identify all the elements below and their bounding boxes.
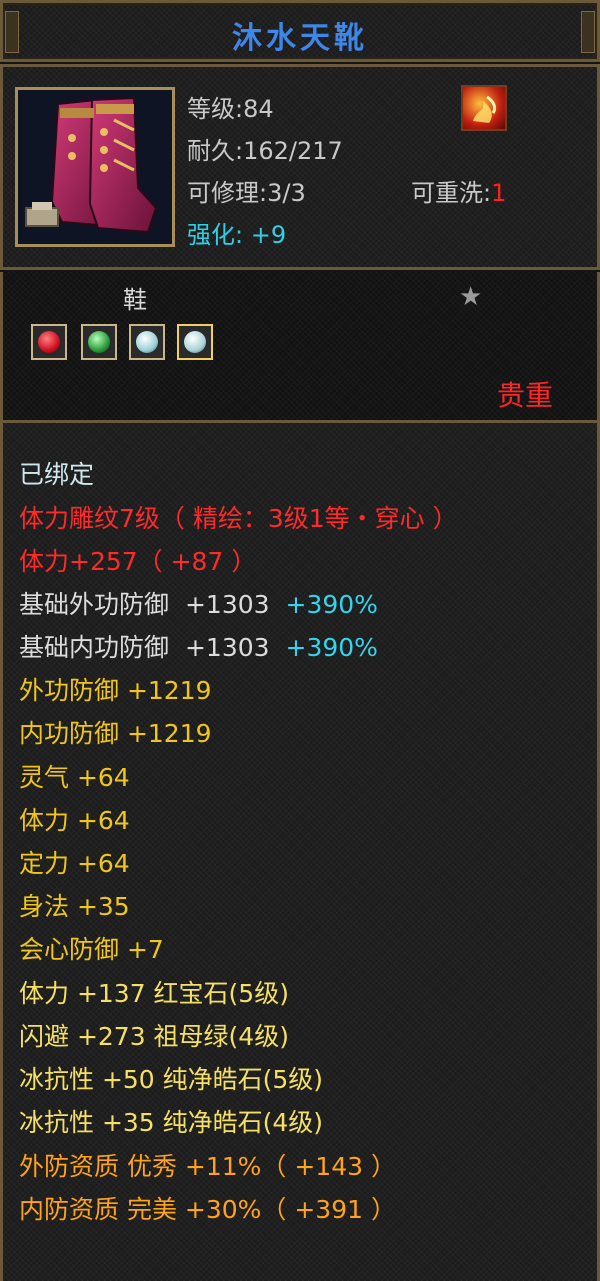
quality-outer-defense: 外防资质 优秀 +11%（ +143 ） <box>19 1152 396 1181</box>
precious-label: 贵重 <box>496 379 553 412</box>
star-icon[interactable]: ★ <box>459 282 482 312</box>
stamina-stat: 体力 +64 <box>19 806 130 835</box>
outer-defense: 外功防御 +1219 <box>19 676 212 705</box>
gem-socket-white-1[interactable] <box>129 324 165 360</box>
category-section: 鞋 ★ 贵重 <box>0 272 600 420</box>
stamina-total: 体力+257（ +87 ） <box>19 547 257 576</box>
base-inner-defense: 基础内功防御 +1303 +390% <box>19 628 378 664</box>
repair-text: 可修理:3/3 <box>187 179 306 207</box>
level-text: 等级:84 <box>187 95 274 123</box>
boots-icon <box>18 90 172 244</box>
spirit-stat: 灵气 +64 <box>19 763 130 792</box>
enhance-value: +9 <box>250 221 287 249</box>
item-header: 等级:84 耐久:162/217 可修理:3/3 可重洗:1 强化: +9 <box>0 64 600 270</box>
gem-socket-green[interactable] <box>81 324 117 360</box>
gem-socket-white-2[interactable] <box>177 324 213 360</box>
category-label: 鞋 <box>123 286 147 314</box>
enhance-row: 强化: +9 <box>187 215 286 250</box>
carve-attribute: 体力雕纹7级（ 精绘：3级1等・穿心 ） <box>19 504 458 533</box>
base-outer-defense-label: 基础外功防御 <box>19 590 170 619</box>
title-bar: 沐水天靴 <box>0 0 600 62</box>
red-gem-icon <box>38 331 60 353</box>
focus-stat: 定力 +64 <box>19 849 130 878</box>
agility-stat: 身法 +35 <box>19 892 130 921</box>
enhance-label: 强化: <box>187 221 244 249</box>
white-gem-icon <box>184 331 206 353</box>
base-inner-defense-label: 基础内功防御 <box>19 633 170 662</box>
attribute-list: 已绑定 体力雕纹7级（ 精绘：3级1等・穿心 ） 体力+257（ +87 ） 基… <box>0 420 600 1281</box>
gem-bonus-moonstone-4: 冰抗性 +35 纯净皓石(4级) <box>19 1108 324 1137</box>
green-gem-icon <box>88 331 110 353</box>
base-inner-defense-bonus: +390% <box>285 633 378 662</box>
base-inner-defense-value: +1303 <box>184 633 270 662</box>
item-icon-frame[interactable] <box>15 87 175 247</box>
item-title: 沐水天靴 <box>232 21 368 56</box>
rewash-row: 可重洗:1 <box>411 173 506 208</box>
gem-bonus-ruby: 体力 +137 红宝石(5级) <box>19 979 289 1008</box>
base-outer-defense-value: +1303 <box>184 590 270 619</box>
durability-text: 耐久:162/217 <box>187 137 343 165</box>
rewash-value: 1 <box>491 179 507 207</box>
quality-inner-defense: 内防资质 完美 +30%（ +391 ） <box>19 1195 396 1224</box>
gem-socket-red[interactable] <box>31 324 67 360</box>
gem-bonus-moonstone-5: 冰抗性 +50 纯净皓石(5级) <box>19 1065 324 1094</box>
crit-defense-stat: 会心防御 +7 <box>19 935 164 964</box>
flame-icon <box>473 95 497 123</box>
rewash-label: 可重洗: <box>411 179 492 207</box>
bound-status: 已绑定 <box>19 460 95 489</box>
fire-skill-icon[interactable] <box>461 85 507 131</box>
base-outer-defense-bonus: +390% <box>285 590 378 619</box>
inner-defense: 内功防御 +1219 <box>19 719 212 748</box>
gem-bonus-emerald: 闪避 +273 祖母绿(4级) <box>19 1022 289 1051</box>
white-gem-icon <box>136 331 158 353</box>
base-outer-defense: 基础外功防御 +1303 +390% <box>19 585 378 621</box>
